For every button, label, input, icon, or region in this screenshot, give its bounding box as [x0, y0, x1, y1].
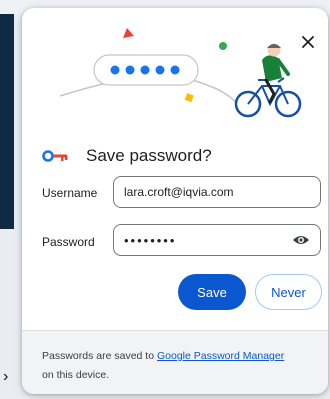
footer-text-after: on this device. — [42, 369, 110, 381]
dialog-title: Save password? — [86, 146, 212, 165]
bicycle-rider-illustration — [59, 28, 302, 118]
username-field[interactable]: lara.croft@iqvia.com — [113, 176, 321, 208]
password-label: Password — [42, 235, 95, 249]
dialog-header: Save password? — [42, 146, 212, 166]
username-label: Username — [42, 186, 98, 200]
close-button[interactable] — [296, 30, 320, 54]
background-page-glyph: › — [3, 368, 9, 385]
footer-text: Passwords are saved to Google Password M… — [42, 347, 318, 385]
save-password-bubble: Save password? Username lara.croft@iqvia… — [22, 8, 328, 394]
confetti-triangle — [123, 28, 134, 38]
confetti-square — [184, 93, 194, 103]
key-icon — [42, 150, 68, 162]
never-button[interactable]: Never — [255, 274, 322, 310]
password-field[interactable]: •••••••• — [113, 224, 321, 256]
eye-icon[interactable] — [292, 234, 310, 246]
save-button[interactable]: Save — [178, 274, 246, 310]
close-icon — [302, 36, 314, 48]
username-value: lara.croft@iqvia.com — [124, 185, 234, 199]
dialog-footer: Passwords are saved to Google Password M… — [22, 330, 328, 394]
swoosh-line-right — [191, 79, 238, 105]
password-value: •••••••• — [124, 232, 177, 248]
background-page-sidebar — [0, 14, 14, 229]
confetti-dot — [219, 42, 227, 50]
footer-text-before: Passwords are saved to — [42, 350, 157, 362]
password-manager-link[interactable]: Google Password Manager — [157, 350, 284, 362]
